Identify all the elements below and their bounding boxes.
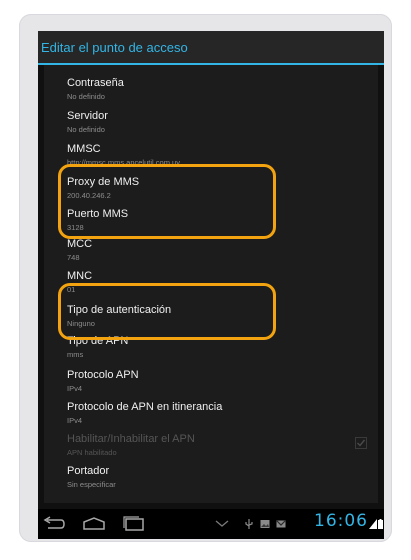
highlight-mms-proxy-port xyxy=(58,164,276,239)
recent-apps-icon[interactable] xyxy=(122,515,146,533)
item-subtitle: IPv4 xyxy=(67,416,83,425)
item-title: MCC xyxy=(67,238,93,250)
item-subtitle: mms xyxy=(67,350,84,359)
item-title: Protocolo de APN en itinerancia xyxy=(67,401,223,413)
back-icon[interactable] xyxy=(42,515,66,533)
item-subtitle: No definido xyxy=(67,125,105,134)
apn-item-apn-type[interactable]: Tipo de APN mms xyxy=(61,335,361,369)
clock: 16:06 xyxy=(314,511,368,531)
apn-item-bearer[interactable]: Portador Sin especificar xyxy=(61,465,361,499)
apn-item-mcc[interactable]: MCC 748 xyxy=(61,238,361,272)
checkmark-icon xyxy=(357,439,366,447)
item-subtitle: 748 xyxy=(67,253,80,262)
system-navigation-bar: 16:06 xyxy=(38,509,384,539)
item-title: Servidor xyxy=(67,110,108,122)
item-title: MMSC xyxy=(67,143,101,155)
image-icon xyxy=(260,520,270,528)
item-title: MNC xyxy=(67,270,93,282)
apn-item-roaming-protocol[interactable]: Protocolo de APN en itinerancia IPv4 xyxy=(61,401,361,435)
dialog-title-bar: Editar el punto de acceso xyxy=(38,31,384,63)
dialog-title: Editar el punto de acceso xyxy=(41,40,188,55)
notifications-chevron-icon[interactable] xyxy=(215,519,229,529)
item-title: Contraseña xyxy=(67,77,124,89)
highlight-authentication-type xyxy=(58,283,276,340)
item-subtitle: APN habilitado xyxy=(67,448,117,457)
usb-icon xyxy=(245,519,253,529)
item-subtitle: No definido xyxy=(67,92,105,101)
battery-icon xyxy=(378,519,383,529)
gmail-icon xyxy=(276,520,286,528)
item-title: Portador xyxy=(67,465,110,477)
signal-icon xyxy=(369,519,377,529)
item-title: Habilitar/Inhabilitar el APN xyxy=(67,433,195,445)
item-subtitle: Sin especificar xyxy=(67,480,116,489)
home-icon[interactable] xyxy=(82,515,106,533)
apn-item-apn-protocol[interactable]: Protocolo APN IPv4 xyxy=(61,369,361,403)
item-subtitle: IPv4 xyxy=(67,384,83,393)
apn-item-password[interactable]: Contraseña No definido xyxy=(61,77,361,111)
apn-item-server[interactable]: Servidor No definido xyxy=(61,110,361,144)
apn-item-enable-toggle: Habilitar/Inhabilitar el APN APN habilit… xyxy=(61,433,367,467)
apn-enabled-checkbox xyxy=(355,437,367,449)
item-title: Protocolo APN xyxy=(67,369,139,381)
